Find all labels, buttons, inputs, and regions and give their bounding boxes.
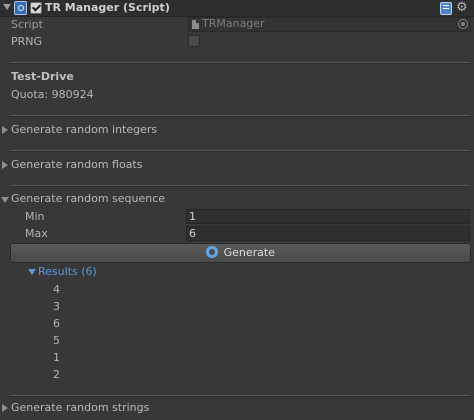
- foldout-collapsed-icon: [2, 404, 8, 412]
- script-value: TRManager: [202, 17, 265, 30]
- result-item: 5: [53, 334, 60, 347]
- foldout-random-strings[interactable]: Generate random strings: [0, 401, 474, 415]
- foldout-collapsed-icon: [2, 161, 8, 169]
- divider: [10, 150, 470, 152]
- result-item: 1: [53, 351, 60, 364]
- foldout-random-integers[interactable]: Generate random integers: [0, 123, 474, 137]
- object-picker-icon[interactable]: [458, 19, 468, 29]
- component-header[interactable]: TR Manager (Script) ⚙: [0, 0, 474, 17]
- foldout-expanded-icon: [28, 269, 36, 275]
- min-field[interactable]: [186, 209, 470, 224]
- prng-checkbox[interactable]: [188, 35, 200, 47]
- foldout-expanded-icon: [1, 197, 9, 203]
- max-label: Max: [25, 227, 48, 240]
- foldout-random-floats[interactable]: Generate random floats: [0, 158, 474, 172]
- generate-button[interactable]: Generate: [10, 243, 471, 263]
- min-label: Min: [25, 210, 45, 223]
- results-foldout[interactable]: Results (6): [28, 265, 148, 279]
- foldout-label: Generate random sequence: [11, 192, 166, 205]
- quota-text: Quota: 980924: [11, 88, 94, 101]
- divider: [10, 62, 470, 64]
- generate-label: Generate: [223, 246, 275, 259]
- divider: [10, 395, 470, 397]
- test-drive-heading: Test-Drive: [11, 70, 74, 83]
- divider: [10, 115, 470, 117]
- script-label: Script: [11, 18, 43, 31]
- gear-icon[interactable]: ⚙: [456, 1, 468, 14]
- script-field[interactable]: TRManager: [188, 17, 471, 32]
- foldout-collapsed-icon: [2, 126, 8, 134]
- result-item: 4: [53, 283, 60, 296]
- result-item: 3: [53, 300, 60, 313]
- file-icon: [192, 20, 199, 29]
- max-field[interactable]: [186, 226, 470, 241]
- script-icon: [14, 1, 27, 15]
- result-item: 2: [53, 368, 60, 381]
- component-enabled-checkbox[interactable]: [30, 2, 42, 14]
- results-label: Results (6): [38, 265, 97, 278]
- max-input[interactable]: [187, 227, 469, 240]
- inspector-panel: TR Manager (Script) ⚙ Script TRManager P…: [0, 0, 474, 420]
- foldout-label: Generate random floats: [11, 158, 143, 171]
- foldout-random-sequence[interactable]: Generate random sequence: [0, 192, 474, 206]
- foldout-label: Generate random strings: [11, 401, 150, 414]
- gear-icon: [205, 246, 220, 258]
- help-book-icon[interactable]: [440, 2, 452, 15]
- prng-label: PRNG: [11, 35, 43, 48]
- result-item: 6: [53, 317, 60, 330]
- foldout-label: Generate random integers: [11, 123, 158, 136]
- component-title: TR Manager (Script): [45, 1, 170, 14]
- divider: [10, 185, 470, 187]
- foldout-arrow-icon[interactable]: [3, 4, 11, 10]
- min-input[interactable]: [187, 210, 469, 223]
